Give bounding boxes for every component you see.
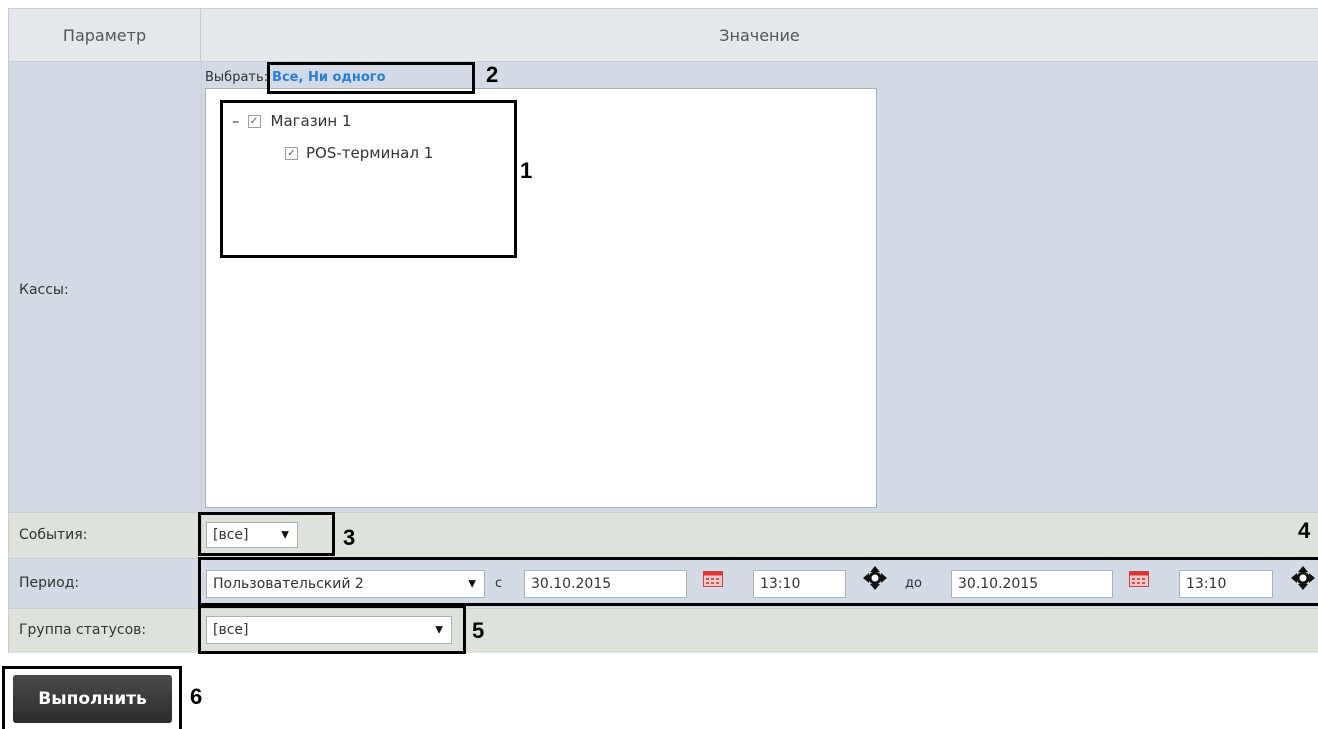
callout-number-5: 5 bbox=[472, 618, 485, 643]
callout-number-2: 2 bbox=[486, 62, 499, 87]
events-label-text: События: bbox=[19, 527, 88, 543]
select-prefix: Выбрать: bbox=[205, 69, 269, 85]
cashdesks-label: Кассы: bbox=[9, 270, 201, 310]
callout-box-5 bbox=[198, 605, 466, 654]
callout-number-3: 3 bbox=[343, 525, 356, 550]
header-value-label: Значение bbox=[719, 25, 800, 45]
header-value: Значение bbox=[201, 9, 1318, 61]
callout-number-4: 4 bbox=[1298, 518, 1311, 543]
status-group-label-text: Группа статусов: bbox=[19, 622, 147, 638]
cashdesks-label-text: Кассы: bbox=[19, 282, 69, 298]
status-group-label: Группа статусов: bbox=[9, 617, 201, 643]
callout-number-1: 1 bbox=[520, 158, 533, 183]
callout-box-6 bbox=[2, 666, 182, 729]
header-param-label: Параметр bbox=[62, 25, 147, 45]
period-label-text: Период: bbox=[19, 575, 80, 591]
callout-box-2 bbox=[267, 62, 475, 94]
events-label: События: bbox=[9, 522, 201, 548]
callout-number-6: 6 bbox=[190, 684, 203, 709]
callout-box-1 bbox=[220, 100, 517, 258]
period-label: Период: bbox=[9, 570, 201, 596]
callout-box-4 bbox=[198, 557, 1318, 606]
callout-box-3 bbox=[198, 512, 335, 556]
header-param: Параметр bbox=[9, 9, 201, 61]
